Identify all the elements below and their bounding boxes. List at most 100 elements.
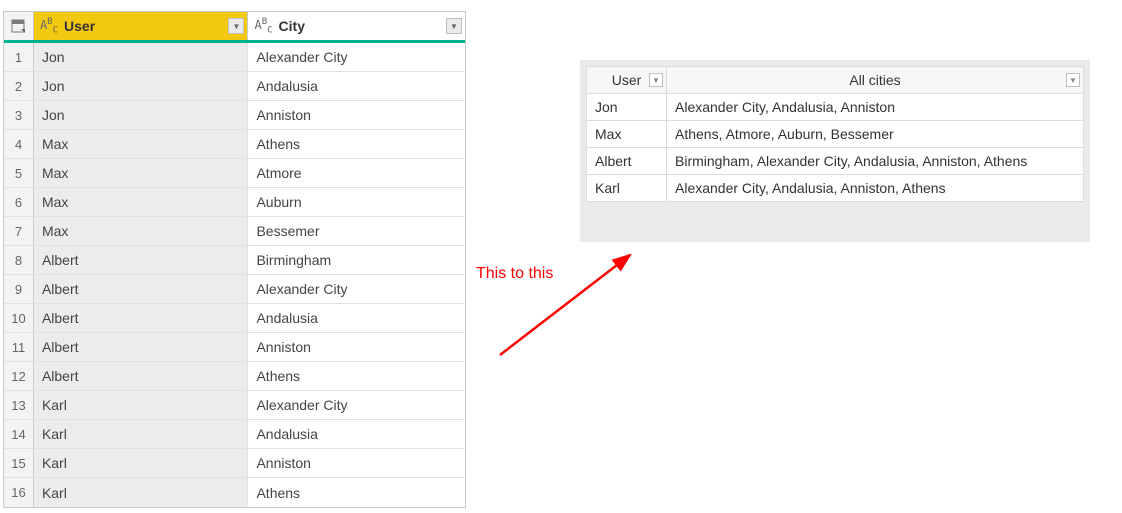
column-filter-dropdown[interactable]: ▼ — [446, 18, 462, 34]
cell-all-cities[interactable]: Birmingham, Alexander City, Andalusia, A… — [667, 148, 1084, 175]
result-table: User ▼ All cities ▼ JonAlexander City, A… — [586, 66, 1084, 202]
cell-user[interactable]: Albert — [587, 148, 667, 175]
column-filter-dropdown[interactable]: ▼ — [228, 18, 244, 34]
cell-user[interactable]: Max — [34, 130, 249, 158]
cell-user[interactable]: Karl — [34, 420, 249, 448]
chevron-down-icon: ▼ — [652, 76, 660, 85]
cell-user[interactable]: Karl — [587, 175, 667, 202]
table-row[interactable]: 3JonAnniston — [4, 101, 465, 130]
table-row[interactable]: MaxAthens, Atmore, Auburn, Bessemer — [587, 121, 1084, 148]
table-row[interactable]: 9AlbertAlexander City — [4, 275, 465, 304]
annotation-arrow — [490, 240, 650, 370]
cell-user[interactable]: Jon — [587, 94, 667, 121]
row-number: 14 — [4, 420, 34, 448]
cell-city[interactable]: Andalusia — [248, 304, 465, 332]
cell-user[interactable]: Max — [34, 188, 249, 216]
cell-city[interactable]: Andalusia — [248, 420, 465, 448]
table-row[interactable]: 7MaxBessemer — [4, 217, 465, 246]
row-number: 9 — [4, 275, 34, 303]
cell-user[interactable]: Albert — [34, 304, 249, 332]
table-row[interactable]: 1JonAlexander City — [4, 43, 465, 72]
datatype-text-icon: ABC — [40, 17, 58, 35]
column-filter-dropdown[interactable]: ▼ — [1066, 73, 1080, 87]
table-row[interactable]: AlbertBirmingham, Alexander City, Andalu… — [587, 148, 1084, 175]
result-column-all-cities[interactable]: All cities ▼ — [667, 67, 1084, 94]
table-row[interactable]: 11AlbertAnniston — [4, 333, 465, 362]
cell-city[interactable]: Anniston — [248, 449, 465, 477]
table-row[interactable]: 10AlbertAndalusia — [4, 304, 465, 333]
row-number: 11 — [4, 333, 34, 361]
column-label: User — [612, 72, 642, 88]
cell-user[interactable]: Jon — [34, 72, 249, 100]
row-number: 13 — [4, 391, 34, 419]
row-number: 12 — [4, 362, 34, 390]
annotation-text: This to this — [476, 265, 553, 283]
cell-all-cities[interactable]: Athens, Atmore, Auburn, Bessemer — [667, 121, 1084, 148]
cell-user[interactable]: Jon — [34, 101, 249, 129]
row-number: 6 — [4, 188, 34, 216]
chevron-down-icon: ▼ — [233, 22, 241, 31]
cell-city[interactable]: Bessemer — [248, 217, 465, 245]
table-row[interactable]: 6MaxAuburn — [4, 188, 465, 217]
cell-user[interactable]: Max — [34, 159, 249, 187]
cell-user[interactable]: Albert — [34, 275, 249, 303]
cell-user[interactable]: Jon — [34, 43, 249, 71]
cell-user[interactable]: Karl — [34, 449, 249, 477]
column-label: User — [64, 18, 95, 34]
table-row[interactable]: 5MaxAtmore — [4, 159, 465, 188]
column-label: All cities — [849, 72, 900, 88]
column-filter-dropdown[interactable]: ▼ — [649, 73, 663, 87]
row-number: 16 — [4, 478, 34, 507]
chevron-down-icon: ▼ — [1069, 76, 1077, 85]
cell-user[interactable]: Karl — [34, 391, 249, 419]
cell-city[interactable]: Alexander City — [248, 391, 465, 419]
table-row[interactable]: 12AlbertAthens — [4, 362, 465, 391]
cell-user[interactable]: Albert — [34, 333, 249, 361]
table-row[interactable]: 14KarlAndalusia — [4, 420, 465, 449]
cell-city[interactable]: Anniston — [248, 333, 465, 361]
cell-city[interactable]: Athens — [248, 478, 465, 507]
datatype-text-icon: ABC — [254, 17, 272, 35]
cell-city[interactable]: Alexander City — [248, 43, 465, 71]
row-number: 1 — [4, 43, 34, 71]
table-row[interactable]: JonAlexander City, Andalusia, Anniston — [587, 94, 1084, 121]
cell-city[interactable]: Athens — [248, 362, 465, 390]
row-number: 2 — [4, 72, 34, 100]
result-column-user[interactable]: User ▼ — [587, 67, 667, 94]
column-header-city[interactable]: ABC City ▼ — [248, 12, 465, 40]
column-label: City — [279, 18, 305, 34]
cell-user[interactable]: Max — [587, 121, 667, 148]
table-row[interactable]: 4MaxAthens — [4, 130, 465, 159]
table-row[interactable]: KarlAlexander City, Andalusia, Anniston,… — [587, 175, 1084, 202]
table-corner-icon[interactable] — [4, 12, 34, 40]
cell-city[interactable]: Andalusia — [248, 72, 465, 100]
cell-city[interactable]: Birmingham — [248, 246, 465, 274]
row-number: 4 — [4, 130, 34, 158]
cell-all-cities[interactable]: Alexander City, Andalusia, Anniston — [667, 94, 1084, 121]
cell-all-cities[interactable]: Alexander City, Andalusia, Anniston, Ath… — [667, 175, 1084, 202]
table-row[interactable]: 15KarlAnniston — [4, 449, 465, 478]
cell-city[interactable]: Auburn — [248, 188, 465, 216]
table-row[interactable]: 8AlbertBirmingham — [4, 246, 465, 275]
cell-city[interactable]: Atmore — [248, 159, 465, 187]
cell-user[interactable]: Max — [34, 217, 249, 245]
cell-user[interactable]: Karl — [34, 478, 249, 507]
table-row[interactable]: 13KarlAlexander City — [4, 391, 465, 420]
row-number: 15 — [4, 449, 34, 477]
cell-user[interactable]: Albert — [34, 246, 249, 274]
source-table-header: ABC User ▼ ABC City ▼ — [4, 12, 465, 43]
result-panel: User ▼ All cities ▼ JonAlexander City, A… — [580, 60, 1090, 242]
row-number: 5 — [4, 159, 34, 187]
row-number: 7 — [4, 217, 34, 245]
row-number: 8 — [4, 246, 34, 274]
cell-user[interactable]: Albert — [34, 362, 249, 390]
cell-city[interactable]: Athens — [248, 130, 465, 158]
table-row[interactable]: 16KarlAthens — [4, 478, 465, 507]
chevron-down-icon: ▼ — [450, 22, 458, 31]
cell-city[interactable]: Anniston — [248, 101, 465, 129]
cell-city[interactable]: Alexander City — [248, 275, 465, 303]
row-number: 10 — [4, 304, 34, 332]
row-number: 3 — [4, 101, 34, 129]
column-header-user[interactable]: ABC User ▼ — [34, 12, 249, 40]
table-row[interactable]: 2JonAndalusia — [4, 72, 465, 101]
